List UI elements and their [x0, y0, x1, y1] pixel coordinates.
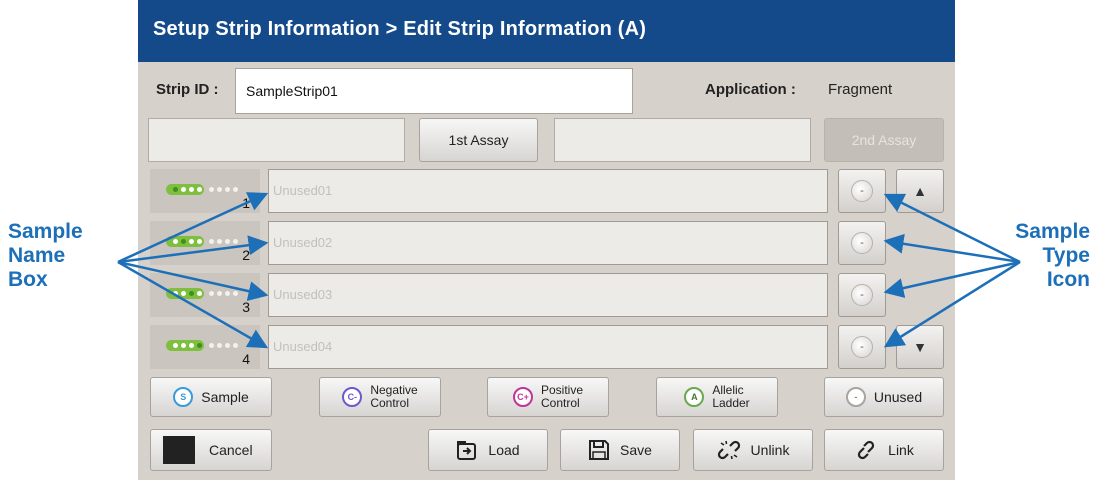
unlink-icon — [717, 439, 741, 461]
sample-name-box-1[interactable]: Unused01 — [268, 169, 828, 213]
scroll-down-button[interactable]: ▼ — [896, 325, 944, 369]
sample-name-box-2[interactable]: Unused02 — [268, 221, 828, 265]
button-label: Unlink — [750, 442, 790, 458]
button-label: Load — [488, 442, 520, 458]
save-button[interactable]: Save — [560, 429, 680, 471]
sample-type-icon: - — [851, 180, 873, 202]
well-indicator-4: 4 — [150, 325, 260, 369]
button-label: Save — [620, 442, 652, 458]
negative-control-icon: C- — [342, 387, 363, 407]
sample-type-negative-control-button[interactable]: C- Negative Control — [319, 377, 441, 417]
sample-type-icon-annotation: Sample Type Icon — [1015, 220, 1090, 291]
allelic-ladder-icon: A — [684, 387, 705, 407]
button-label: Allelic Ladder — [712, 383, 750, 410]
first-assay-button[interactable]: 1st Assay — [419, 118, 538, 162]
stop-icon — [163, 436, 195, 464]
sample-icon: S — [173, 387, 194, 407]
load-button[interactable]: Load — [428, 429, 548, 471]
second-assay-button[interactable]: 2nd Assay — [824, 118, 944, 162]
well-indicator-3: 3 — [150, 273, 260, 317]
row-number: 2 — [242, 247, 250, 263]
link-icon — [854, 439, 878, 461]
assay1-field — [148, 118, 405, 162]
strip-id-label: Strip ID : — [156, 81, 219, 98]
scroll-up-button[interactable]: ▲ — [896, 169, 944, 213]
sample-type-button-1[interactable]: - — [838, 169, 886, 213]
sample-name-box-4[interactable]: Unused04 — [268, 325, 828, 369]
sample-type-button-3[interactable]: - — [838, 273, 886, 317]
sample-type-positive-control-button[interactable]: C+ Positive Control — [487, 377, 609, 417]
button-label: Cancel — [209, 442, 253, 458]
strip-id-input[interactable]: SampleStrip01 — [235, 68, 633, 114]
well-indicator-1: 1 — [150, 169, 260, 213]
row-number: 1 — [242, 195, 250, 211]
sample-type-icon: - — [851, 336, 873, 358]
application-value: Fragment — [828, 81, 893, 98]
unlink-button[interactable]: Unlink — [693, 429, 813, 471]
button-label: Unused — [873, 389, 923, 405]
cancel-button[interactable]: Cancel — [150, 429, 272, 471]
unused-icon: - — [845, 387, 866, 407]
load-icon — [456, 439, 478, 461]
well-indicator-2: 2 — [150, 221, 260, 265]
button-label: Positive Control — [540, 383, 584, 410]
sample-type-button-2[interactable]: - — [838, 221, 886, 265]
page-title: Setup Strip Information > Edit Strip Inf… — [153, 18, 647, 40]
edit-strip-panel: Setup Strip Information > Edit Strip Inf… — [138, 0, 955, 480]
link-button[interactable]: Link — [824, 429, 944, 471]
button-label: Sample — [201, 389, 249, 405]
sample-type-icon: - — [851, 284, 873, 306]
sample-type-icon: - — [851, 232, 873, 254]
application-label: Application : — [705, 81, 796, 98]
button-label: Link — [888, 442, 914, 458]
title-bar: Setup Strip Information > Edit Strip Inf… — [138, 0, 955, 62]
sample-type-button-4[interactable]: - — [838, 325, 886, 369]
sample-type-unused-button[interactable]: - Unused — [824, 377, 944, 417]
sample-type-allelic-ladder-button[interactable]: A Allelic Ladder — [656, 377, 778, 417]
save-icon — [588, 439, 610, 461]
assay2-field — [554, 118, 811, 162]
button-label: Negative Control — [370, 383, 418, 410]
sample-type-sample-button[interactable]: S Sample — [150, 377, 272, 417]
row-number: 3 — [242, 299, 250, 315]
positive-control-icon: C+ — [512, 387, 533, 407]
sample-name-box-3[interactable]: Unused03 — [268, 273, 828, 317]
sample-name-box-annotation: Sample Name Box — [8, 220, 83, 291]
row-number: 4 — [242, 351, 250, 367]
